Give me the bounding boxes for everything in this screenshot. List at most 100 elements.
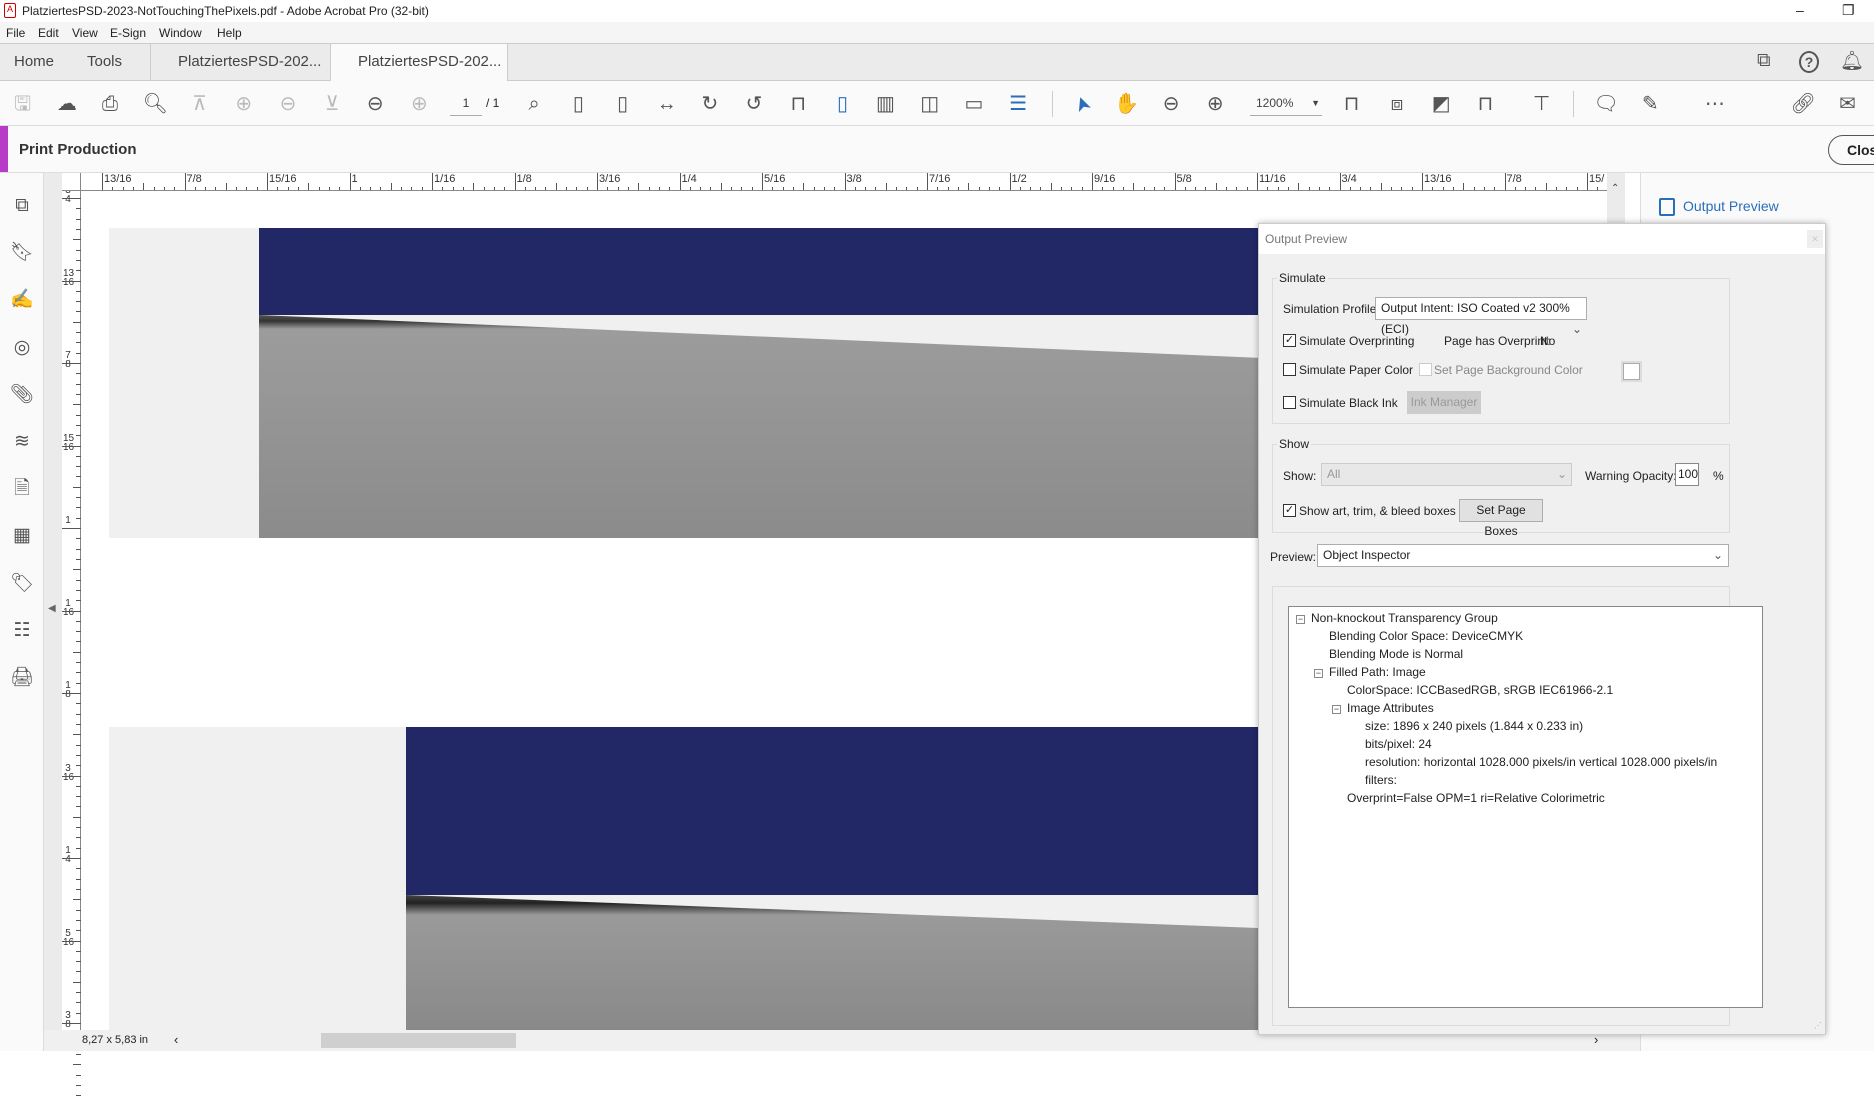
last-page-icon[interactable]: ⊻ [319, 91, 345, 117]
share-screen-icon[interactable]: ⧉ [1757, 50, 1771, 72]
warning-opacity-input[interactable]: 100 [1675, 463, 1699, 486]
ink-manager-button[interactable]: Ink Manager [1407, 391, 1481, 414]
marquee-zoom-icon[interactable]: ⌕ [521, 91, 547, 117]
email-icon[interactable]: ✉ [1834, 91, 1860, 117]
comment-icon[interactable]: 🗨 [1593, 91, 1619, 117]
two-page-icon[interactable]: ◫ [917, 91, 943, 117]
two-page-scroll-icon[interactable]: ▥ [872, 91, 898, 117]
ruler-tick [803, 183, 805, 190]
measure-icon[interactable]: ⊤ [1529, 91, 1555, 117]
standards-icon[interactable]: ◎ [9, 335, 35, 361]
output-preview-link[interactable]: Output Preview [1659, 198, 1779, 217]
help-icon[interactable]: ? [1799, 51, 1819, 73]
zoom-select[interactable]: 1200% ▼ [1250, 92, 1322, 116]
hand-icon[interactable]: ✋ [1114, 91, 1140, 117]
show-label: Show: [1283, 469, 1317, 483]
tree-node[interactable]: Non-knockout Transparency Group [1311, 611, 1498, 625]
crop-icon[interactable]: ⧈ [1384, 91, 1410, 117]
simulate-paper-color-checkbox[interactable] [1283, 363, 1296, 376]
tree-node[interactable]: Blending Color Space: DeviceCMYK [1329, 629, 1523, 643]
collapse-toggle-icon[interactable]: − [1332, 705, 1341, 714]
page-number-input[interactable]: 1 [450, 92, 482, 116]
minimize-button[interactable]: – [1796, 2, 1804, 18]
ruler-tick [225, 183, 227, 190]
menu-file[interactable]: File [6, 26, 25, 40]
next-page-icon[interactable]: ⊖ [275, 91, 301, 117]
scroll-left-icon[interactable]: ‹ [174, 1032, 178, 1047]
share-link-icon[interactable]: 🔗︎ [1790, 91, 1816, 117]
close-dialog-button[interactable]: ✕ [1807, 230, 1823, 248]
tags-icon[interactable]: 🏷︎ [9, 571, 35, 597]
menu-view[interactable]: View [72, 26, 98, 40]
select-arrow-icon[interactable]: ➤ [1066, 87, 1099, 120]
highlight-pen-icon[interactable]: ✎ [1637, 91, 1663, 117]
tree-node[interactable]: Blending Mode is Normal [1329, 647, 1463, 661]
previous-page-icon[interactable]: ⊕ [231, 91, 257, 117]
reading-mode-icon[interactable]: ☰ [1005, 91, 1031, 117]
preflight-icon[interactable]: 🖨︎ [9, 665, 35, 691]
restore-button[interactable]: ❐ [1842, 2, 1855, 19]
simulate-overprinting-checkbox[interactable]: ✓ [1283, 334, 1296, 347]
save-icon[interactable]: 🖫 [10, 91, 36, 117]
zoom-search-icon[interactable]: 🔍︎ [142, 91, 168, 117]
bell-icon[interactable]: 🔔︎ [1840, 49, 1864, 73]
collapse-arrow-icon[interactable]: ◀ [48, 603, 56, 614]
tree-node[interactable]: ColorSpace: ICCBasedRGB, sRGB IEC61966-2… [1347, 683, 1613, 697]
single-page-icon[interactable]: ▯ [829, 91, 855, 117]
collapse-toggle-icon[interactable]: − [1296, 615, 1305, 624]
attachments-icon[interactable]: 📎︎ [9, 382, 35, 408]
tree-node[interactable]: Image Attributes [1347, 701, 1434, 715]
object-inspector-tree[interactable]: − Non-knockout Transparency Group Blending… [1288, 606, 1763, 1008]
tree-node[interactable]: size: 1896 x 240 pixels (1.844 x 0.233 i… [1365, 719, 1583, 733]
resize-grip-icon[interactable]: ⋰ [1814, 1021, 1822, 1030]
back-icon[interactable]: ⊖ [362, 91, 388, 117]
tab-tools[interactable]: Tools [87, 44, 122, 81]
navigation-pane-splitter[interactable]: ◀ [44, 173, 62, 1030]
fit-width-icon[interactable]: ↔ [654, 91, 680, 117]
tree-node[interactable]: Overprint=False OPM=1 ri=Relative Colori… [1347, 791, 1605, 805]
set-page-boxes-button[interactable]: Set Page Boxes [1459, 499, 1543, 538]
menu-help[interactable]: Help [217, 26, 242, 40]
bookmarks-icon[interactable]: 🔖︎ [9, 240, 35, 266]
forward-icon[interactable]: ⊕ [406, 91, 432, 117]
tree-node[interactable]: resolution: horizontal 1028.000 pixels/i… [1365, 755, 1717, 769]
zoom-in-icon[interactable]: ⊕ [1202, 91, 1228, 117]
first-page-icon[interactable]: ⊼ [187, 91, 213, 117]
menu-window[interactable]: Window [159, 26, 202, 40]
page-width-icon[interactable]: ⊓ [1339, 91, 1365, 117]
full-screen-icon[interactable]: ▭ [961, 91, 987, 117]
tab-document-2[interactable]: PlatziertesPSD-202... ✖ [330, 44, 508, 105]
rotate-counterclockwise-icon[interactable]: ↺ [741, 91, 767, 117]
tab-home[interactable]: Home [14, 44, 54, 81]
layers-icon[interactable]: ≋ [9, 429, 35, 455]
zoom-to-page-icon[interactable]: ▯ [610, 91, 636, 117]
page-thumbnails-icon[interactable]: ⧉ [9, 193, 35, 219]
more-icon[interactable]: ⋯ [1702, 91, 1728, 117]
cloud-upload-icon[interactable]: ☁ [54, 91, 80, 117]
tree-node[interactable]: Filled Path: Image [1329, 665, 1426, 679]
rotate-clockwise-icon[interactable]: ↻ [697, 91, 723, 117]
scroll-up-icon[interactable]: ⌃ [1611, 183, 1619, 194]
tree-node[interactable]: bits/pixel: 24 [1365, 737, 1432, 751]
zoom-out-icon[interactable]: ⊖ [1158, 91, 1184, 117]
print-icon[interactable]: ⎙ [97, 91, 123, 117]
content-icon[interactable]: 🗎 [9, 476, 35, 502]
horizontal-scrollbar-thumb[interactable] [321, 1033, 516, 1048]
preview-select[interactable]: Object Inspector ⌄ [1317, 544, 1729, 567]
simulate-black-ink-checkbox[interactable] [1283, 396, 1296, 409]
page-display-icon[interactable]: ⊓ [1472, 91, 1498, 117]
actual-size-icon[interactable]: ▯ [565, 91, 591, 117]
simulation-profile-select[interactable]: Output Intent: ISO Coated v2 300% (ECI) ⌄ [1375, 297, 1587, 336]
collapse-toggle-icon[interactable]: − [1314, 669, 1323, 678]
compare-icon[interactable]: ▦ [9, 523, 35, 549]
scrolling-mode-icon[interactable]: ⊓ [785, 91, 811, 117]
tree-node[interactable]: filters: [1365, 773, 1397, 787]
menu-edit[interactable]: Edit [38, 26, 59, 40]
show-boxes-checkbox[interactable]: ✓ [1283, 504, 1296, 517]
signatures-icon[interactable]: ✍ [9, 287, 35, 313]
menu-esign[interactable]: E-Sign [110, 26, 146, 40]
close-tool-button[interactable]: Close [1828, 135, 1874, 165]
tab-document-1[interactable]: PlatziertesPSD-202... [150, 44, 330, 81]
order-icon[interactable]: ☷ [9, 618, 35, 644]
fit-visible-icon[interactable]: ◩ [1428, 91, 1454, 117]
